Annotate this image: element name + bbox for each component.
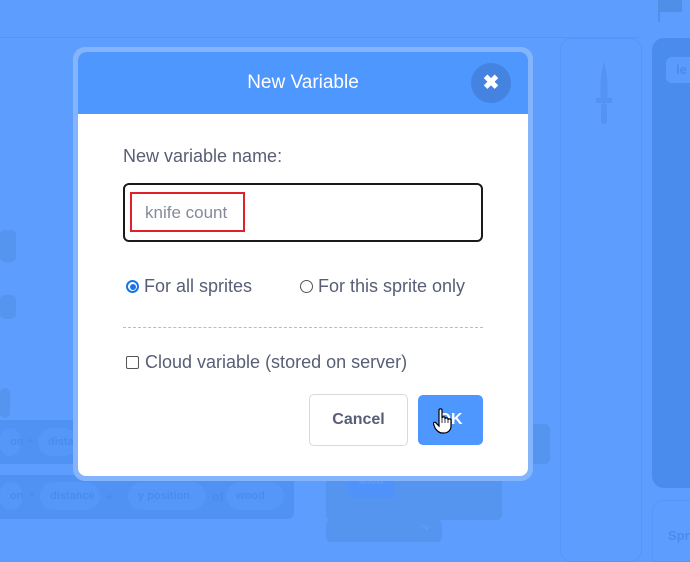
stage-area [652, 38, 690, 488]
block-reporter: distance [40, 482, 100, 510]
block-operator: * [30, 490, 35, 504]
cloud-variable-checkbox[interactable] [126, 356, 139, 369]
code-block-fragment [0, 230, 16, 262]
cancel-button[interactable]: Cancel [309, 394, 408, 446]
for-this-sprite-option[interactable]: For this sprite only [300, 276, 465, 297]
close-icon: ✖ [482, 72, 500, 94]
block-operator: * [28, 436, 33, 450]
dialog-divider [123, 327, 483, 328]
block-operator: of [212, 490, 224, 504]
for-all-sprites-label: For all sprites [144, 276, 253, 296]
hand-cursor-icon [433, 408, 452, 434]
green-flag-icon[interactable] [658, 0, 686, 22]
sprite-pane-label: Spri [668, 528, 690, 543]
block-reporter: distan [38, 428, 80, 456]
for-this-sprite-label: For this sprite only [318, 276, 466, 296]
variable-name-label: New variable name: [123, 146, 283, 166]
cloud-variable-label: Cloud variable (stored on server) [145, 352, 408, 372]
block-reporter: on [0, 428, 23, 456]
for-all-sprites-option[interactable]: For all sprites [126, 276, 252, 297]
close-button[interactable]: ✖ [471, 63, 511, 103]
menu-bar-divider [0, 37, 640, 38]
dialog-header: New Variable ✖ [78, 52, 528, 114]
knife-sprite-icon [596, 62, 612, 124]
cloud-variable-option[interactable]: Cloud variable (stored on server) [126, 352, 407, 373]
new-variable-dialog: New Variable ✖ New variable name: For al… [78, 52, 528, 476]
variable-name-input[interactable] [123, 183, 483, 242]
dialog-title: New Variable [247, 72, 359, 93]
stage-chip: le [666, 57, 690, 83]
loop-arrow-icon: ↷ [420, 523, 430, 535]
radio-for-this-sprite[interactable] [300, 280, 313, 293]
radio-for-all-sprites[interactable] [126, 280, 139, 293]
block-reporter: on [0, 482, 23, 510]
code-block-fragment [0, 388, 10, 418]
block-dropdown: y position [128, 482, 206, 510]
block-operator: + [106, 490, 114, 504]
block-dropdown: wood [226, 482, 284, 510]
code-block-fragment [0, 295, 16, 319]
